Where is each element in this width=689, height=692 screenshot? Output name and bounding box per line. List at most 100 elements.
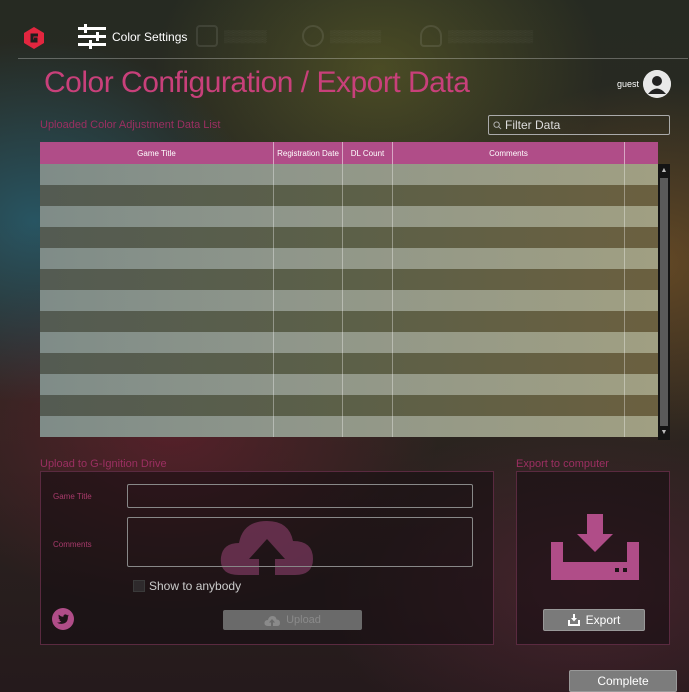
table-cell — [393, 353, 625, 374]
table-row[interactable] — [40, 353, 658, 374]
col-comments[interactable]: Comments — [393, 142, 625, 164]
table-cell — [274, 206, 343, 227]
table-cell — [625, 290, 658, 311]
table-cell — [274, 332, 343, 353]
table-cell — [274, 374, 343, 395]
table-cell — [625, 164, 658, 185]
table-cell — [343, 290, 393, 311]
search-icon — [493, 120, 502, 129]
show-to-anybody-label[interactable]: Show to anybody — [149, 579, 241, 593]
nav-ghost-item-3[interactable]: ▒▒▒▒▒▒▒▒▒▒ — [420, 24, 533, 48]
table-cell — [343, 353, 393, 374]
table-cell — [625, 185, 658, 206]
twitter-button[interactable] — [52, 608, 74, 630]
export-title: Export to computer — [516, 458, 609, 470]
sliders-icon — [78, 24, 106, 49]
table-cell — [274, 269, 343, 290]
table-cell — [393, 395, 625, 416]
scrollbar[interactable]: ▲ ▼ — [658, 164, 670, 440]
user-profile[interactable]: guest — [617, 70, 671, 98]
cloud-upload-small-icon — [264, 615, 281, 626]
table-cell — [274, 395, 343, 416]
nav-divider — [18, 58, 688, 59]
game-title-input[interactable] — [127, 484, 473, 508]
table-cell — [625, 332, 658, 353]
table-row[interactable] — [40, 374, 658, 395]
nav-color-settings[interactable]: Color Settings — [78, 24, 187, 50]
table-cell — [40, 353, 274, 374]
export-button[interactable]: Export — [543, 609, 645, 631]
table-cell — [274, 311, 343, 332]
table-row[interactable] — [40, 227, 658, 248]
table-row[interactable] — [40, 311, 658, 332]
table-cell — [625, 227, 658, 248]
scroll-thumb[interactable] — [660, 178, 668, 426]
table-row[interactable] — [40, 332, 658, 353]
table-cell — [40, 206, 274, 227]
table-cell — [393, 332, 625, 353]
table-cell — [40, 332, 274, 353]
table-cell — [40, 416, 274, 437]
table-row[interactable] — [40, 185, 658, 206]
table-cell — [343, 227, 393, 248]
table-cell — [274, 185, 343, 206]
table-cell — [343, 248, 393, 269]
table-cell — [393, 248, 625, 269]
table-cell — [40, 311, 274, 332]
g-logo-icon — [24, 27, 44, 49]
table-cell — [274, 227, 343, 248]
upload-title: Upload to G-Ignition Drive — [40, 458, 167, 470]
table-row[interactable] — [40, 395, 658, 416]
table-cell — [393, 206, 625, 227]
data-table: Game Title Registration Date DL Count Co… — [40, 142, 670, 440]
table-cell — [393, 374, 625, 395]
table-cell — [393, 290, 625, 311]
table-cell — [343, 395, 393, 416]
complete-button[interactable]: Complete — [569, 670, 677, 692]
nav-ghost-item-2[interactable]: ▒▒▒▒▒▒ — [302, 24, 381, 48]
scroll-up-icon[interactable]: ▲ — [658, 166, 670, 176]
filter-placeholder: Filter Data — [505, 118, 561, 132]
table-cell — [343, 206, 393, 227]
upload-button[interactable]: Upload — [223, 610, 362, 630]
table-cell — [274, 290, 343, 311]
table-cell — [625, 206, 658, 227]
nav-ghost-item-1[interactable]: ▒▒▒▒▒ — [196, 24, 267, 48]
table-cell — [40, 227, 274, 248]
table-cell — [40, 374, 274, 395]
table-cell — [393, 185, 625, 206]
table-cell — [274, 164, 343, 185]
col-extra — [625, 142, 658, 164]
twitter-icon — [57, 614, 69, 624]
table-cell — [343, 185, 393, 206]
table-body — [40, 164, 658, 437]
export-button-label: Export — [585, 613, 621, 627]
table-cell — [343, 311, 393, 332]
table-row[interactable] — [40, 248, 658, 269]
table-cell — [40, 248, 274, 269]
list-title: Uploaded Color Adjustment Data List — [40, 119, 221, 131]
table-cell — [343, 374, 393, 395]
table-row[interactable] — [40, 206, 658, 227]
page-title: Color Configuration / Export Data — [44, 66, 470, 99]
table-cell — [393, 311, 625, 332]
table-row[interactable] — [40, 164, 658, 185]
table-cell — [343, 416, 393, 437]
filter-input[interactable]: Filter Data — [488, 115, 670, 135]
table-row[interactable] — [40, 269, 658, 290]
comments-input[interactable] — [127, 517, 473, 567]
upload-panel: Game Title Comments Show to anybody Uplo… — [40, 471, 494, 645]
table-cell — [625, 248, 658, 269]
show-to-anybody-checkbox[interactable] — [133, 580, 145, 592]
table-cell — [625, 269, 658, 290]
scroll-header-spacer — [658, 142, 670, 164]
comments-label: Comments — [53, 540, 92, 549]
table-row[interactable] — [40, 416, 658, 437]
col-registration-date[interactable]: Registration Date — [274, 142, 343, 164]
table-cell — [343, 269, 393, 290]
col-dl-count[interactable]: DL Count — [343, 142, 393, 164]
scroll-down-icon[interactable]: ▼ — [658, 428, 670, 438]
table-row[interactable] — [40, 290, 658, 311]
table-cell — [343, 332, 393, 353]
col-game-title[interactable]: Game Title — [40, 142, 274, 164]
